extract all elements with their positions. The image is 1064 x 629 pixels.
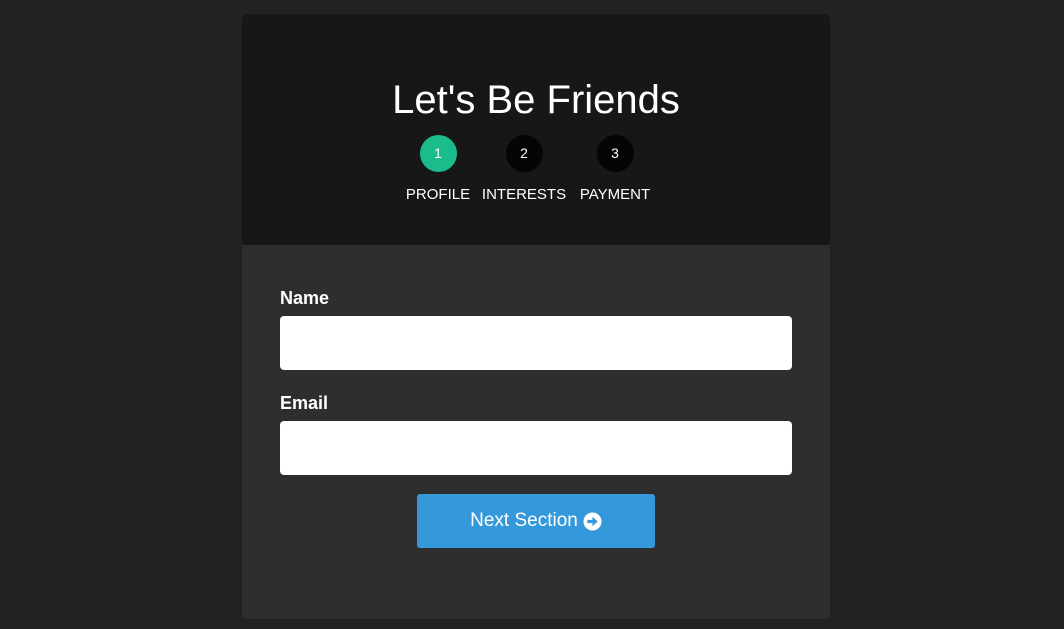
- step-number: 1: [419, 135, 457, 172]
- page-title: Let's Be Friends: [392, 78, 680, 122]
- next-section-label: Next Section: [470, 510, 578, 531]
- name-label: Name: [280, 288, 330, 308]
- step-payment[interactable]: 3 PAYMENT: [560, 135, 670, 204]
- email-input[interactable]: [280, 421, 792, 475]
- email-label: Email: [280, 393, 329, 413]
- step-number: 2: [505, 135, 543, 172]
- card-header: Let's Be Friends 1 PROFILE 2 INTERESTS 3…: [242, 14, 830, 245]
- step-label: PAYMENT: [579, 186, 651, 203]
- form-body: Name Email Next Section: [242, 245, 830, 619]
- signup-card: Let's Be Friends 1 PROFILE 2 INTERESTS 3…: [242, 14, 830, 619]
- step-number: 3: [596, 135, 634, 172]
- arrow-circle-right-icon: [583, 511, 602, 531]
- next-section-button[interactable]: Next Section: [417, 494, 655, 548]
- name-input[interactable]: [280, 316, 792, 370]
